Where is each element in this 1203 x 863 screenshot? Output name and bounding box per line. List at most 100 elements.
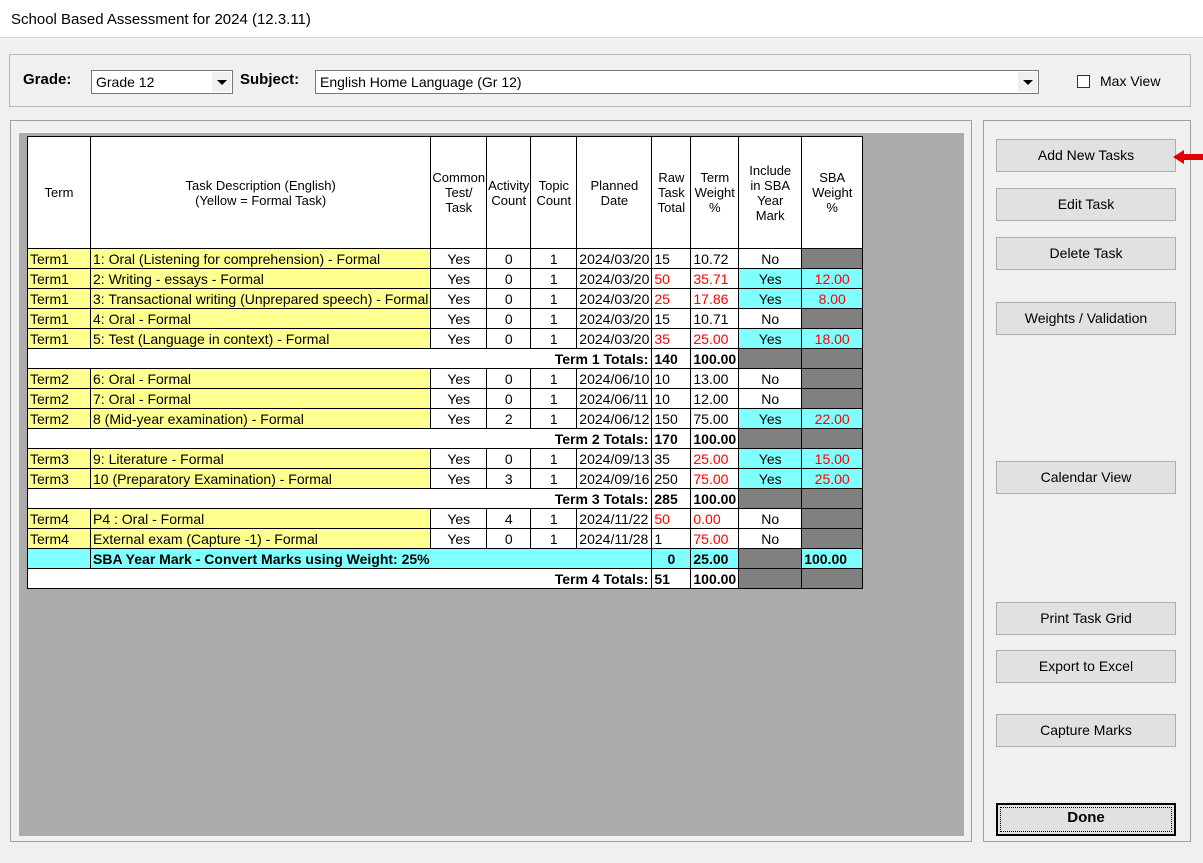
export-to-excel-button[interactable]: Export to Excel [996,650,1176,683]
cell-topic[interactable]: 1 [530,528,578,549]
subject-select[interactable]: English Home Language (Gr 12) [315,70,1039,94]
table-row[interactable]: Term3 9: Literature - Formal Yes 0 1 202… [27,448,864,469]
cell-date[interactable]: 2024/03/20 [576,268,653,289]
cell-common[interactable]: Yes [430,308,488,329]
cell-description[interactable]: 7: Oral - Formal [89,388,432,409]
cell-raw[interactable]: 1 [651,528,692,549]
cell-common[interactable]: Yes [430,468,488,489]
table-row[interactable]: Term2 6: Oral - Formal Yes 0 1 2024/06/1… [27,368,864,389]
table-row[interactable]: Term1 1: Oral (Listening for comprehensi… [27,248,864,269]
cell-description[interactable]: 10 (Preparatory Examination) - Formal [89,468,432,489]
cell-term[interactable]: Term1 [27,248,91,269]
cell-topic[interactable]: 1 [530,248,578,269]
calendar-view-button[interactable]: Calendar View [996,461,1176,494]
cell-term-weight[interactable]: 17.86 [690,288,740,309]
cell-include[interactable]: Yes [738,288,803,309]
cell-topic[interactable]: 1 [530,368,578,389]
cell-date[interactable]: 2024/11/22 [576,508,653,529]
cell-common[interactable]: Yes [430,508,488,529]
col-header-raw-total[interactable]: Raw Task Total [651,136,692,249]
cell-raw[interactable]: 50 [651,508,692,529]
cell-description[interactable]: 8 (Mid-year examination) - Formal [89,408,432,429]
cell-topic[interactable]: 1 [530,508,578,529]
col-header-sba-weight[interactable]: SBA Weight % [801,136,864,249]
done-button[interactable]: Done [996,803,1176,836]
cell-term-weight[interactable]: 13.00 [690,368,740,389]
cell-include[interactable]: Yes [738,268,803,289]
cell-description[interactable]: 6: Oral - Formal [89,368,432,389]
cell-topic[interactable]: 1 [530,448,578,469]
cell-description[interactable]: 4: Oral - Formal [89,308,432,329]
cell-term[interactable]: Term1 [27,328,91,349]
cell-date[interactable]: 2024/06/11 [576,388,653,409]
cell-common[interactable]: Yes [430,288,488,309]
cell-activity[interactable]: 0 [486,288,532,309]
cell-common[interactable]: Yes [430,368,488,389]
cell-description[interactable]: P4 : Oral - Formal [89,508,432,529]
max-view-checkbox[interactable] [1077,75,1090,88]
cell-topic[interactable]: 1 [530,308,578,329]
cell-date[interactable]: 2024/03/20 [576,328,653,349]
cell-raw[interactable]: 25 [651,288,692,309]
cell-date[interactable]: 2024/03/20 [576,248,653,269]
chevron-down-icon[interactable] [212,72,231,92]
cell-term-weight[interactable]: 10.72 [690,248,740,269]
cell-date[interactable]: 2024/03/20 [576,308,653,329]
cell-activity[interactable]: 4 [486,508,532,529]
cell-description[interactable]: 1: Oral (Listening for comprehension) - … [89,248,432,269]
cell-include[interactable]: Yes [738,448,803,469]
cell-raw[interactable]: 250 [651,468,692,489]
cell-activity[interactable]: 3 [486,468,532,489]
cell-activity[interactable]: 0 [486,528,532,549]
cell-term[interactable]: Term3 [27,468,91,489]
cell-activity[interactable]: 0 [486,448,532,469]
cell-term-weight[interactable]: 35.71 [690,268,740,289]
cell-include[interactable]: No [738,388,803,409]
cell-term[interactable]: Term1 [27,268,91,289]
cell-activity[interactable]: 0 [486,368,532,389]
cell-description[interactable]: External exam (Capture -1) - Formal [89,528,432,549]
cell-date[interactable]: 2024/11/28 [576,528,653,549]
cell-date[interactable]: 2024/06/12 [576,408,653,429]
grade-select[interactable]: Grade 12 [91,70,233,94]
cell-description[interactable]: 9: Literature - Formal [89,448,432,469]
cell-common[interactable]: Yes [430,408,488,429]
print-task-grid-button[interactable]: Print Task Grid [996,602,1176,635]
capture-marks-button[interactable]: Capture Marks [996,714,1176,747]
chevron-down-icon[interactable] [1018,72,1037,92]
cell-term-weight[interactable]: 0.00 [690,508,740,529]
cell-topic[interactable]: 1 [530,468,578,489]
cell-sba-weight[interactable]: 18.00 [801,328,864,349]
cell-term-weight[interactable]: 10.71 [690,308,740,329]
cell-common[interactable]: Yes [430,248,488,269]
cell-topic[interactable]: 1 [530,328,578,349]
cell-raw[interactable]: 35 [651,328,692,349]
cell-sba-weight[interactable]: 8.00 [801,288,864,309]
edit-task-button[interactable]: Edit Task [996,188,1176,221]
cell-term-weight[interactable]: 12.00 [690,388,740,409]
cell-common[interactable]: Yes [430,388,488,409]
cell-term[interactable]: Term2 [27,388,91,409]
weights-validation-button[interactable]: Weights / Validation [996,302,1176,335]
cell-include[interactable]: No [738,368,803,389]
cell-raw[interactable]: 35 [651,448,692,469]
cell-term[interactable]: Term4 [27,508,91,529]
cell-activity[interactable]: 0 [486,268,532,289]
table-row[interactable]: Term2 8 (Mid-year examination) - Formal … [27,408,864,429]
table-row[interactable]: Term1 3: Transactional writing (Unprepar… [27,288,864,309]
cell-activity[interactable]: 2 [486,408,532,429]
cell-date[interactable]: 2024/09/13 [576,448,653,469]
cell-raw[interactable]: 50 [651,268,692,289]
cell-activity[interactable]: 0 [486,248,532,269]
cell-include[interactable]: No [738,508,803,529]
cell-raw[interactable]: 10 [651,388,692,409]
cell-term-weight[interactable]: 75.00 [690,408,740,429]
cell-date[interactable]: 2024/09/16 [576,468,653,489]
cell-description[interactable]: 5: Test (Language in context) - Formal [89,328,432,349]
cell-term[interactable]: Term1 [27,288,91,309]
cell-include[interactable]: No [738,248,803,269]
cell-term-weight[interactable]: 25.00 [690,328,740,349]
col-header-task-description[interactable]: Task Description (English) (Yellow = For… [89,136,432,249]
cell-topic[interactable]: 1 [530,268,578,289]
cell-activity[interactable]: 0 [486,328,532,349]
